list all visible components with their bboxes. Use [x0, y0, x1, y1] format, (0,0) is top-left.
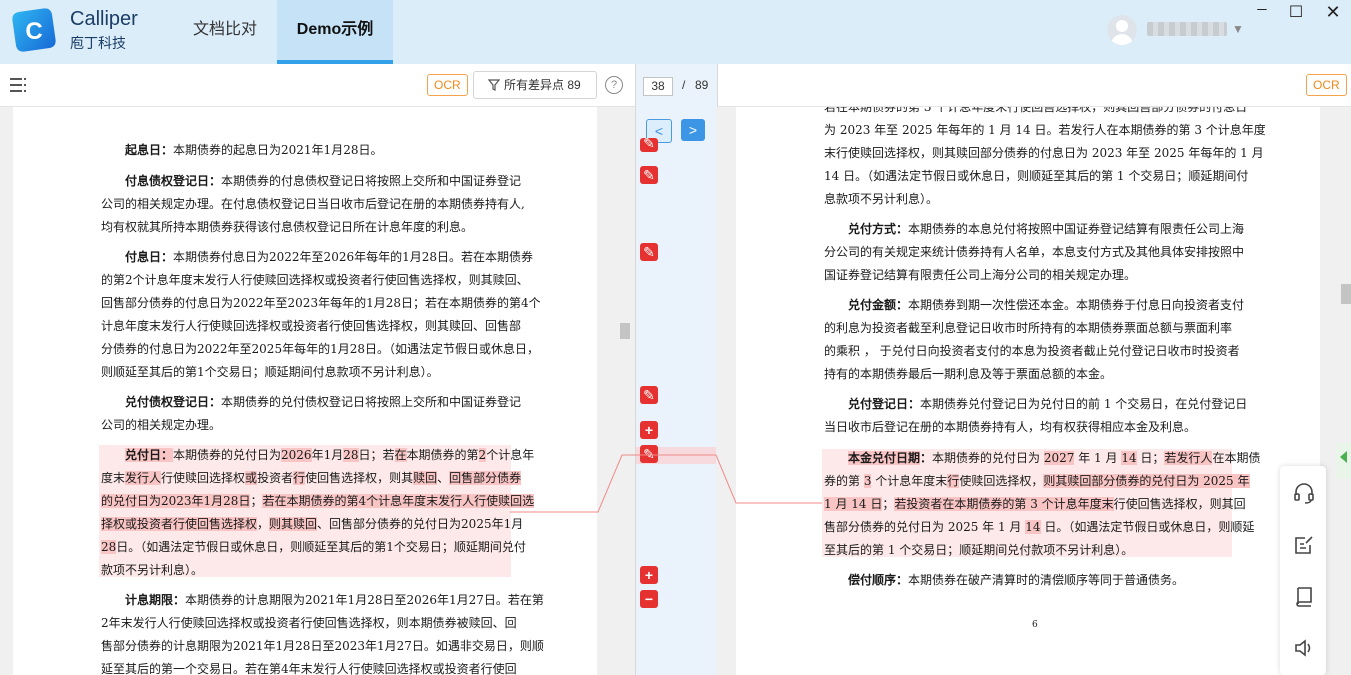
paragraph-payment-amount: 兑付金额：本期债券到期一次性偿还本金。本期债券于付息日向投资者支付	[848, 298, 1245, 312]
edit-marker-icon[interactable]: ✎	[640, 243, 658, 261]
edit-marker-icon[interactable]: ✎	[640, 136, 658, 152]
text-line: 券的第 3 个计息年度末行使赎回选择权，则其赎回部分债券的兑付日为 2025 年	[824, 474, 1250, 488]
page-number-input[interactable]: 38	[643, 77, 673, 96]
diff-navigator: 38 / 89 < > ✎ ✎ ✎ ✎ + ✎ + −	[635, 64, 718, 675]
text-line: 择权或投资者行使回售选择权，则其赎回、回售部分债券的兑付日为2025年1月	[101, 517, 524, 531]
paragraph-interest-period: 计息期限：本期债券的计息期限为2021年1月28日至2026年1月27日。若在第	[125, 593, 544, 607]
text-line: 若在本期债券的第 3 个计息年度末行使回售选择权，则其回售部分债券的付息日	[824, 107, 1248, 114]
edit-note-icon[interactable]	[1293, 534, 1315, 556]
right-scrollbar-thumb[interactable]	[1341, 284, 1351, 304]
maximize-window-button[interactable]: ☐	[1284, 2, 1308, 22]
text-line: 当日收市后登记在册的本期债券持有人，均有权获得相应本金及利息。	[824, 420, 1197, 434]
text-line: 延至其后的第一个交易日。若在第4年末发行人行使赎回选择权或投资者行使回	[101, 662, 517, 675]
ocr-badge-left[interactable]: OCR	[427, 74, 468, 96]
text-line: 至其后的第 1 个交易日；顺延期间兑付款项不另计利息）。	[824, 543, 1134, 557]
brand-subtitle: 庖丁科技	[70, 35, 126, 51]
left-scrollbar-thumb[interactable]	[620, 323, 630, 339]
text-line: 售部分债券的计息期限为2021年1月28日至2023年1月27日。如遇非交易日，…	[101, 639, 544, 653]
text-line: 分债券的付息日为2022年至2025年每年的1月28日。（如遇法定节假日或休息日…	[101, 342, 539, 356]
text-line: 的利息为投资者截至利息登记日收市时所持有的本期债券票面总额与票面利率	[824, 321, 1233, 335]
remove-marker-icon[interactable]: −	[640, 590, 658, 608]
paragraph-redemption-date-diff[interactable]: 兑付日：本期债券的兑付日为2026年1月28日；若在本期债券的第2个计息年	[125, 444, 534, 467]
text-line: 为 2023 年至 2025 年每年的 1 月 14 日。若发行人在本期债券的第…	[824, 123, 1266, 137]
paragraph-interest-date: 付息日：本期债券付息日为2022年至2026年每年的1月28日。若在本期债券	[125, 250, 534, 264]
text-line: 持有的本期债券最后一期利息及等于票面总额的本金。	[824, 367, 1113, 381]
text-line: 国证券登记结算有限责任公司上海分公司的相关规定办理。	[824, 268, 1137, 282]
paragraph-payment-method: 兑付方式：本期债券的本息兑付将按照中国证券登记结算有限责任公司上海	[848, 222, 1245, 236]
text-line: 14 日。（如遇法定节假日或休息日，则顺延至其后的第 1 个交易日；顺延期间付	[824, 169, 1249, 183]
add-marker-icon[interactable]: +	[640, 421, 658, 439]
right-toolbar: OCR	[716, 64, 1351, 107]
left-document-page: 起息日：本期债券的起息日为2021年1月28日。 付息债权登记日：本期债券的付息…	[13, 107, 597, 675]
paragraph-value-date: 起息日：本期债券的起息日为2021年1月28日。	[125, 143, 383, 157]
calliper-logo-icon: C	[12, 8, 56, 52]
text-line: 的乘积 ， 于兑付日向投资者支付的本息为投资者截止兑付登记日收市时投资者	[824, 344, 1240, 358]
minimize-window-button[interactable]: _	[1250, 0, 1274, 12]
paragraph-interest-record-date: 付息债权登记日：本期债券的付息债权登记日将按照上交所和中国证券登记	[125, 174, 522, 188]
text-line: 计息年度末发行人行使赎回选择权或投资者行使回售选择权，则其赎回、回售部	[101, 319, 522, 333]
text-line: 度末发行人行使赎回选择权或投资者行使回售选择权，则其赎回、回售部分债券	[101, 471, 522, 485]
left-toolbar: OCR 所有差异点 89 ?	[0, 64, 635, 107]
text-line: 分公司的有关规定来统计债券持有人名单，本息支付方式及其他具体安排按照中	[824, 245, 1245, 259]
text-line: 1 月 14 日；若投资者在本期债券的第 3 个计息年度末行使回售选择权，则其回	[824, 497, 1246, 511]
tab-demo[interactable]: Demo示例	[277, 0, 393, 64]
user-avatar[interactable]	[1107, 15, 1137, 45]
title-bar: C Calliper 庖丁科技 文档比对 Demo示例 ▼ _ ☐ ✕	[0, 0, 1351, 64]
right-document-pane[interactable]: 若在本期债券的第 3 个计息年度末行使回售选择权，则其回售部分债券的付息日 为 …	[716, 107, 1351, 675]
outline-menu-icon[interactable]	[10, 78, 28, 92]
left-document-pane[interactable]: 起息日：本期债券的起息日为2021年1月28日。 付息债权登记日：本期债券的付息…	[0, 107, 635, 675]
help-icon[interactable]: ?	[605, 76, 623, 94]
text-line: 2年末发行人行使赎回选择权或投资者行使回售选择权，则本期债券被赎回、回	[101, 616, 517, 630]
text-line: 公司的相关规定办理。	[101, 418, 222, 432]
chevron-down-icon[interactable]: ▼	[1232, 22, 1244, 36]
page-number: 6	[1032, 620, 1038, 630]
add-marker-icon[interactable]: +	[640, 566, 658, 584]
diff-filter-label: 所有差异点 89	[504, 78, 581, 92]
tool-dock	[1280, 466, 1326, 675]
page-separator: /	[682, 78, 686, 92]
text-line: 款项不另计利息）。	[101, 563, 204, 577]
speaker-icon[interactable]	[1293, 637, 1315, 659]
svg-text:C: C	[25, 18, 42, 45]
right-document-page: 若在本期债券的第 3 个计息年度末行使回售选择权，则其回售部分债券的付息日 为 …	[736, 107, 1320, 675]
text-line: 公司的相关规定办理。在付息债权登记日当日收市后登记在册的本期债券持有人,	[101, 197, 525, 211]
text-line: 的兑付日为2023年1月28日；若在本期债券的第4个计息年度末发行人行使赎回选	[101, 494, 535, 508]
text-line: 则顺延至其后的第1个交易日；顺延期间付息款项不另计利息）。	[101, 365, 439, 379]
edit-marker-icon-active[interactable]: ✎	[640, 445, 658, 463]
dock-expand-tab[interactable]	[1336, 443, 1351, 479]
tab-document-compare[interactable]: 文档比对	[178, 0, 272, 64]
filter-icon	[488, 79, 500, 91]
brand-name: Calliper	[70, 8, 138, 30]
book-icon[interactable]	[1293, 585, 1315, 607]
text-line: 售部分债券的兑付日为 2025 年 1 月 14 日。（如遇法定节假日或休息日，…	[824, 520, 1255, 534]
text-line: 28日。（如遇法定节假日或休息日，则顺延至其后的第1个交易日；顺延期间兑付	[101, 540, 526, 554]
text-line: 息款项不另计利息）。	[824, 192, 939, 206]
headset-icon[interactable]	[1293, 482, 1315, 504]
paragraph-redemption-record-date: 兑付债权登记日：本期债券的兑付债权登记日将按照上交所和中国证券登记	[125, 395, 522, 409]
diff-filter-button[interactable]: 所有差异点 89	[473, 71, 597, 99]
next-diff-button[interactable]: >	[681, 119, 705, 141]
close-window-button[interactable]: ✕	[1321, 2, 1345, 23]
page-total: 89	[695, 78, 709, 92]
user-name-blurred[interactable]	[1147, 22, 1227, 36]
paragraph-payment-record-date: 兑付登记日：本期债券兑付登记日为兑付日的前 1 个交易日，在兑付登记日	[848, 397, 1248, 411]
edit-marker-icon[interactable]: ✎	[640, 386, 658, 404]
text-line: 回售部分债券的付息日为2022年至2023年每年的1月28日；若在本期债券的第4…	[101, 296, 541, 310]
text-line: 均有权就其所持本期债券获得该付息债权登记日所在计息年度的利息。	[101, 220, 474, 234]
text-line: 的第2个计息年度末发行人行使赎回选择权或投资者行使回售选择权，则其赎回、	[101, 273, 529, 287]
ocr-badge-right[interactable]: OCR	[1306, 74, 1347, 96]
paragraph-repayment-order: 偿付顺序：本期债券在破产清算时的清偿顺序等同于普通债务。	[848, 573, 1185, 587]
paragraph-principal-payment-date-diff[interactable]: 本金兑付日期：本期债券的兑付日为 2027 年 1 月 14 日；若发行人在本期…	[848, 447, 1260, 470]
text-line: 末行使赎回选择权，则其赎回部分债券的付息日为 2023 年至 2025 年每年的…	[824, 146, 1264, 160]
edit-marker-icon[interactable]: ✎	[640, 166, 658, 184]
